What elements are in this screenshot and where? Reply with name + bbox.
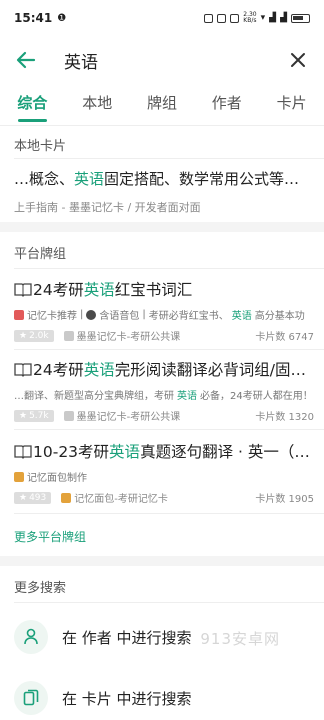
speaker-icon: [86, 309, 97, 320]
local-section-title: 本地卡片: [14, 139, 67, 154]
rating-badge: ★ 5.7k: [14, 409, 54, 422]
wifi-icon: ▾: [260, 13, 266, 23]
status-icons: 2.30 KB/s ▾ ▟ ▟: [204, 12, 310, 24]
deck-owner: 墨墨记忆卡-考研公共课: [63, 328, 180, 343]
divider-line: [14, 349, 324, 350]
book-icon: [14, 282, 32, 297]
back-arrow-icon[interactable]: [14, 48, 38, 72]
card-count: 卡片数 6747: [255, 332, 314, 343]
section-divider: [0, 222, 324, 232]
search-in-cards-option[interactable]: 在 卡片 中进行搜索: [14, 678, 314, 718]
divider-line: [14, 158, 324, 159]
book-icon: [14, 362, 32, 377]
section-divider: [0, 556, 324, 566]
deck-title: 24考研 英语 完形阅读翻译必背词组/固…: [14, 358, 314, 380]
more-search-title: 更多搜索: [14, 581, 67, 596]
signal2-icon: ▟: [280, 13, 287, 23]
cards-icon: [14, 681, 48, 715]
deck-owner: 墨墨记忆卡-考研公共课: [63, 408, 180, 423]
deck-tags: 记忆卡推荐 | 含语音包 | 考研必背红宝书、 英语 高分基本功: [14, 307, 314, 322]
tab-comprehensive[interactable]: 综合: [0, 86, 65, 125]
network-speed: 2.30 KB/s: [243, 11, 257, 24]
owner-avatar-icon: [63, 410, 74, 421]
person-icon: [14, 620, 48, 654]
bookmark-icon: [14, 309, 24, 320]
tab-decks[interactable]: 牌组: [130, 86, 195, 125]
status-time: 15:41: [14, 11, 53, 25]
status-bar: 15:41 ❶ 2.30 KB/s ▾ ▟ ▟: [0, 0, 324, 36]
star-icon: ★: [19, 330, 28, 341]
deck-meta: ★ 493 记忆面包-考研记忆卡 卡片数 1905: [14, 490, 314, 505]
deck-item[interactable]: 24考研 英语 完形阅读翻译必背词组/固… …翻译、新题型高分宝典牌组，考研 英语 必备…: [14, 358, 314, 423]
platform-section-title: 平台牌组: [14, 247, 67, 262]
notification-icon: ❶: [57, 12, 67, 24]
deck-owner: 记忆面包-考研记忆卡: [61, 490, 168, 505]
local-card-source: 上手指南 - 墨墨记忆卡 / 开发者面对面: [14, 201, 201, 214]
divider-line: [14, 602, 324, 603]
divider-line: [14, 429, 324, 430]
divider-line: [14, 513, 324, 514]
rating-badge: ★ 2.0k: [14, 329, 54, 342]
deck-item[interactable]: 10-23考研 英语 真题逐句翻译 · 英一（… 记忆面包制作 ★ 493 记忆面包-…: [14, 440, 314, 505]
deck-tags: 记忆面包制作: [14, 469, 314, 484]
local-card-title: …概念、英语固定搭配、数学常用公式等…: [14, 170, 300, 188]
bread-icon: [14, 471, 24, 482]
card-count: 卡片数 1320: [255, 412, 314, 423]
local-card-item[interactable]: …概念、英语固定搭配、数学常用公式等… 上手指南 - 墨墨记忆卡 / 开发者面对…: [14, 168, 310, 215]
book-icon: [14, 444, 32, 459]
battery-icon: [291, 13, 310, 23]
signal-icon: ▟: [269, 13, 277, 23]
more-decks-link[interactable]: 更多平台牌组: [14, 528, 86, 545]
divider-line: [14, 268, 324, 269]
deck-title: 24考研 英语 红宝书词汇: [14, 278, 314, 300]
bluetooth-icon: [230, 13, 240, 23]
search-header: 英语: [0, 38, 324, 82]
deck-item[interactable]: 24考研 英语 红宝书词汇 记忆卡推荐 | 含语音包 | 考研必背红宝书、 英语 高分基本功…: [14, 278, 314, 343]
deck-title: 10-23考研 英语 真题逐句翻译 · 英一（…: [14, 440, 314, 462]
watermark-text: 913安卓网: [200, 630, 280, 648]
tab-cards[interactable]: 卡片: [259, 86, 324, 125]
close-icon[interactable]: [286, 48, 310, 72]
vibrate-icon: [217, 13, 227, 23]
deck-meta: ★ 5.7k 墨墨记忆卡-考研公共课 卡片数 1320: [14, 408, 314, 423]
alarm-icon: [204, 13, 214, 23]
owner-avatar-icon: [61, 492, 72, 503]
search-in-cards-label: 在 卡片 中进行搜索: [62, 689, 192, 708]
tab-authors[interactable]: 作者: [194, 86, 259, 125]
star-icon: ★: [19, 410, 28, 421]
owner-avatar-icon: [63, 330, 74, 341]
search-tabs: 综合 本地 牌组 作者 卡片: [0, 86, 324, 126]
search-query[interactable]: 英语: [64, 48, 98, 73]
star-icon: ★: [19, 492, 28, 503]
tab-local[interactable]: 本地: [65, 86, 130, 125]
card-count: 卡片数 1905: [255, 494, 314, 505]
deck-tags: …翻译、新题型高分宝典牌组，考研 英语 必备，24考研人都在用！: [14, 391, 313, 402]
rating-badge: ★ 493: [14, 491, 52, 504]
search-in-authors-label: 在 作者 中进行搜索: [62, 628, 192, 647]
deck-meta: ★ 2.0k 墨墨记忆卡-考研公共课 卡片数 6747: [14, 328, 314, 343]
